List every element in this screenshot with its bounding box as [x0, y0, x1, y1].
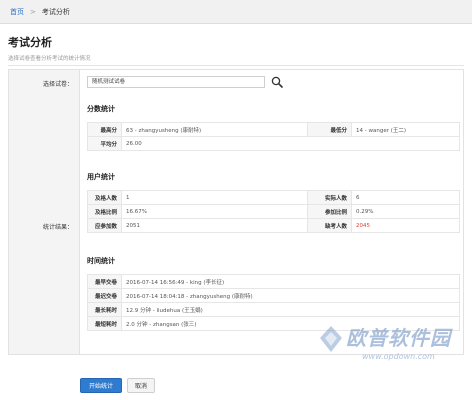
watermark: 欧普软件园 www.opdown.com: [318, 318, 468, 382]
table-row: 最早交卷 2016-07-14 16:56:49 - king (李长征): [87, 274, 460, 289]
breadcrumb: 首页 > 考试分析: [0, 0, 472, 24]
search-icon: [271, 76, 283, 88]
pass-count-label: 及格人数: [87, 190, 122, 205]
avg-score-value: 26.00: [121, 136, 460, 151]
title-divider: [8, 65, 464, 66]
expected-count-value: 2051: [121, 218, 308, 233]
watermark-url: www.opdown.com: [362, 352, 435, 361]
actual-count-label: 实际人数: [307, 190, 352, 205]
table-row: 应参加数 2051 缺考人数 2045: [87, 218, 460, 233]
breadcrumb-separator: >: [30, 7, 36, 16]
earliest-submit-value: 2016-07-14 16:56:49 - king (李长征): [121, 274, 460, 289]
actual-count-value: 6: [351, 190, 460, 205]
time-stats-title: 时间统计: [87, 257, 115, 265]
pass-rate-label: 及格比例: [87, 204, 122, 219]
breadcrumb-home-link[interactable]: 首页: [10, 7, 24, 17]
user-stats-table: 及格人数 1 实际人数 6 及格比例 16.67% 参加比例 0.29% 应参加…: [87, 190, 460, 233]
min-score-value: 14 - wanger (王二): [351, 122, 460, 137]
select-paper-label: 选择试卷：: [42, 81, 73, 88]
max-score-value: 63 - zhangyusheng (康耐特): [121, 122, 308, 137]
table-row: 最迟交卷 2016-07-14 18:04:18 - zhangyusheng …: [87, 288, 460, 303]
latest-submit-label: 最迟交卷: [87, 288, 122, 303]
paper-select[interactable]: 随机测试试卷: [87, 76, 265, 88]
longest-duration-label: 最长耗时: [87, 302, 122, 317]
score-stats-table: 最高分 63 - zhangyusheng (康耐特) 最低分 14 - wan…: [87, 122, 460, 151]
watermark-logo-icon: [320, 326, 342, 352]
page-subtitle: 选择试卷查看分析考试的统计情况: [8, 56, 91, 62]
table-row: 最长耗时 12.9 分钟 - liudehua (王玉娟): [87, 302, 460, 317]
longest-duration-value: 12.9 分钟 - liudehua (王玉娟): [121, 302, 460, 317]
pass-rate-value: 16.67%: [121, 204, 308, 219]
pass-count-value: 1: [121, 190, 308, 205]
absent-count-value: 2045: [351, 218, 460, 233]
search-button[interactable]: [269, 74, 285, 90]
absent-count-label: 缺考人数: [307, 218, 352, 233]
max-score-label: 最高分: [87, 122, 122, 137]
breadcrumb-current: 考试分析: [41, 7, 70, 16]
analysis-form: 选择试卷： 统计结果： 随机测试试卷 分数统计 最高分 63 - zhangyu…: [8, 69, 464, 355]
latest-submit-value: 2016-07-14 18:04:18 - zhangyusheng (康耐特): [121, 288, 460, 303]
shortest-duration-label: 最短耗时: [87, 316, 122, 331]
expected-count-label: 应参加数: [87, 218, 122, 233]
join-rate-value: 0.29%: [351, 204, 460, 219]
table-row: 最高分 63 - zhangyusheng (康耐特) 最低分 14 - wan…: [87, 122, 460, 137]
min-score-label: 最低分: [307, 122, 352, 137]
avg-score-label: 平均分: [87, 136, 122, 151]
cancel-button[interactable]: 取消: [127, 378, 155, 393]
table-row: 平均分 26.00: [87, 136, 460, 151]
user-stats-title: 用户统计: [87, 173, 115, 181]
watermark-text: 欧普软件园: [346, 326, 451, 350]
join-rate-label: 参加比例: [307, 204, 352, 219]
score-stats-title: 分数统计: [87, 105, 115, 113]
start-stats-button[interactable]: 开始统计: [80, 378, 122, 393]
table-row: 及格人数 1 实际人数 6: [87, 190, 460, 205]
page-title: 考试分析: [8, 36, 52, 49]
label-column: 选择试卷： 统计结果：: [9, 70, 80, 354]
result-label: 统计结果：: [42, 224, 73, 231]
table-row: 及格比例 16.67% 参加比例 0.29%: [87, 204, 460, 219]
earliest-submit-label: 最早交卷: [87, 274, 122, 289]
